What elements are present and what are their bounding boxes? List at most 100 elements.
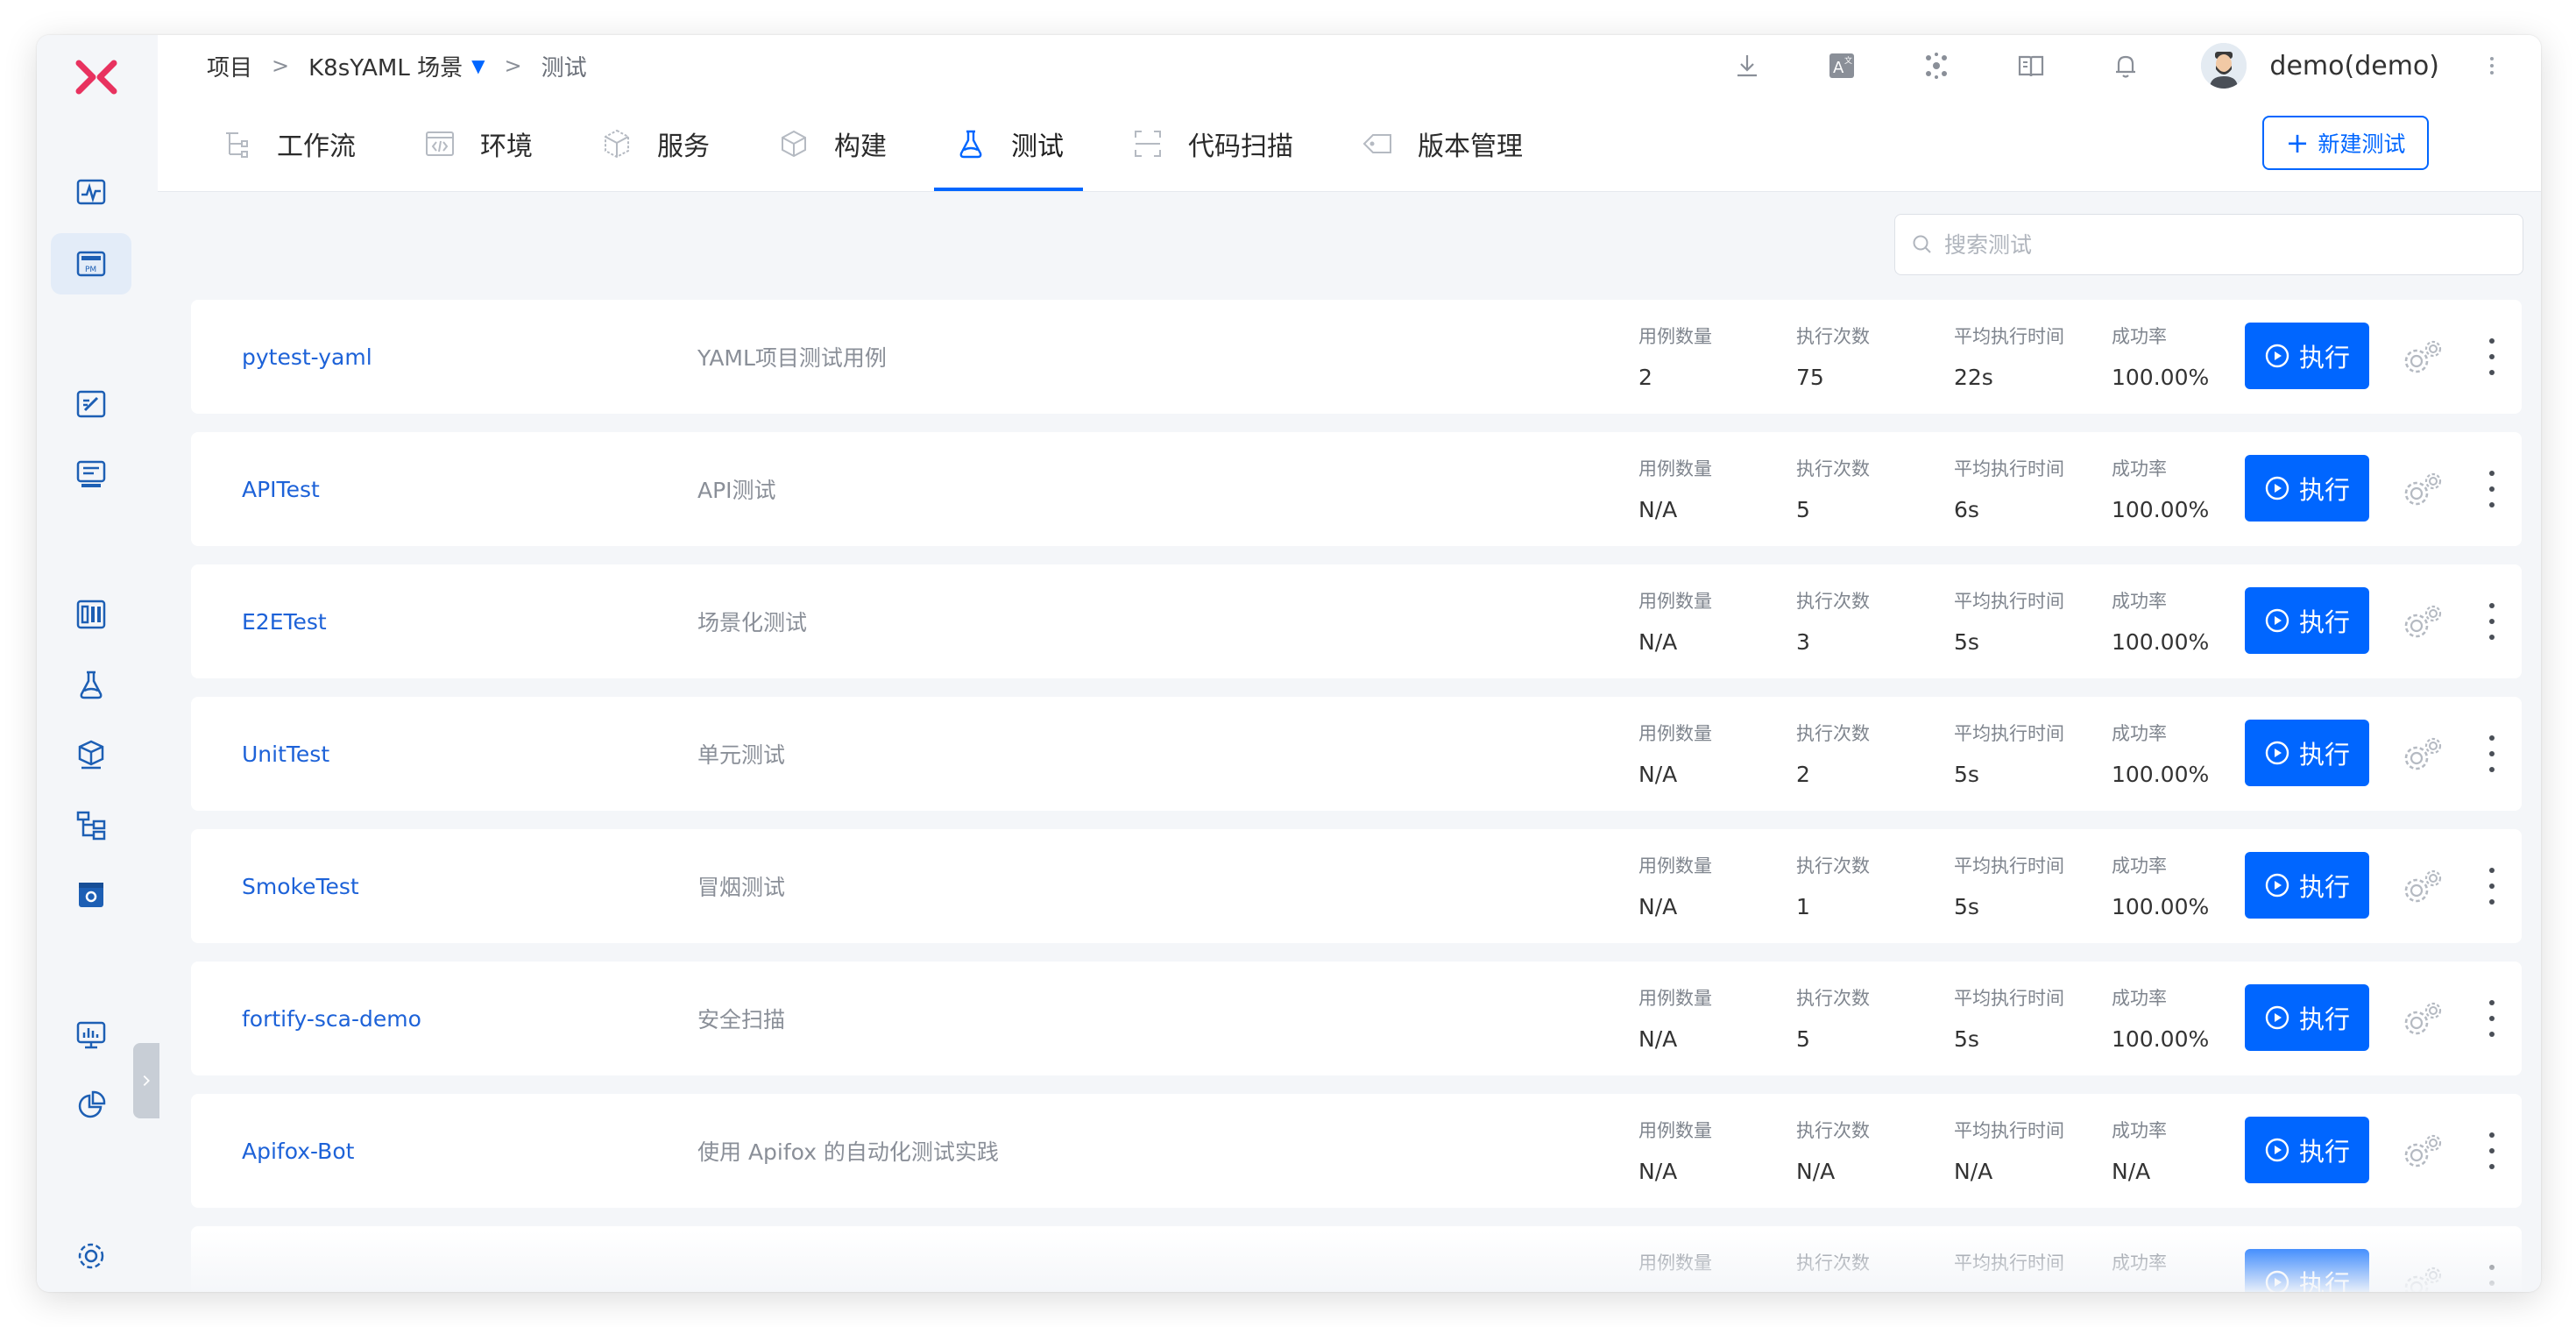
run-button[interactable]: 执行 xyxy=(2245,984,2369,1051)
sidebar-item-resources[interactable] xyxy=(51,794,131,855)
tab-service[interactable]: 服务 xyxy=(599,96,729,191)
tab-label: 代码扫描 xyxy=(1188,131,1293,162)
stat-value: 100.00% xyxy=(2112,762,2210,787)
tree-icon xyxy=(76,811,106,841)
test-name-link[interactable]: pytest-yaml xyxy=(242,300,372,414)
stat-label: 平均执行时间 xyxy=(1954,458,2064,479)
sidebar-item-artifacts[interactable] xyxy=(51,724,131,785)
tab-environment[interactable]: 环境 xyxy=(422,96,552,191)
sidebar-item-settings[interactable] xyxy=(51,1225,131,1287)
settings-button[interactable] xyxy=(2399,600,2446,643)
stat-label: 执行次数 xyxy=(1796,591,1870,612)
search-input[interactable] xyxy=(1943,231,2489,259)
more-options-icon[interactable] xyxy=(2481,55,2502,76)
test-description: 冒烟测试 xyxy=(697,875,786,900)
gears-icon xyxy=(2404,869,2442,903)
test-name-link[interactable]: SmokeTest xyxy=(242,829,359,943)
stat-label: 成功率 xyxy=(2112,988,2167,1009)
download-button[interactable] xyxy=(1728,46,1766,85)
sidebar-item-plugins[interactable] xyxy=(51,864,131,926)
stat-value: 2 xyxy=(1796,762,1810,787)
run-button[interactable]: 执行 xyxy=(2245,1249,2369,1292)
stat-value: 5s xyxy=(1954,762,1979,787)
new-test-button[interactable]: + 新建测试 xyxy=(2262,116,2429,170)
run-button[interactable]: 执行 xyxy=(2245,852,2369,919)
stat-cases: 用例数量 2 xyxy=(1638,323,1712,390)
stat-avg-time: 平均执行时间 22s xyxy=(1954,323,2064,390)
sidebar-collapse-toggle[interactable] xyxy=(133,1043,159,1118)
language-button[interactable]: A文 xyxy=(1822,46,1861,85)
settings-button[interactable] xyxy=(2399,1261,2446,1292)
stat-success-rate: 成功率 100.00% xyxy=(2112,720,2209,787)
stat-label: 成功率 xyxy=(2112,1252,2167,1274)
notifications-button[interactable] xyxy=(2106,46,2145,85)
test-name-link[interactable]: UnitTest xyxy=(242,697,329,811)
row-more-icon[interactable] xyxy=(2483,735,2501,772)
settings-button[interactable] xyxy=(2399,1129,2446,1173)
test-name-link[interactable]: Apifox-Bot xyxy=(242,1094,354,1208)
package-icon xyxy=(78,740,104,770)
search-box xyxy=(1894,214,2523,275)
sidebar-item-system-monitor[interactable] xyxy=(51,1004,131,1066)
run-button[interactable]: 执行 xyxy=(2245,720,2369,786)
run-button[interactable]: 执行 xyxy=(2245,455,2369,522)
tab-version[interactable]: 版本管理 xyxy=(1360,96,1542,191)
tab-code-scan[interactable]: 代码扫描 xyxy=(1130,96,1313,191)
play-circle-icon xyxy=(2265,476,2289,500)
row-more-icon[interactable] xyxy=(2483,338,2501,375)
tab-bar: 工作流 环境 服务 构建 测试 代码扫描 版本管理 + 新建测试 xyxy=(158,96,2541,192)
row-more-icon[interactable] xyxy=(2483,1132,2501,1169)
caret-down-icon[interactable]: ▼ xyxy=(471,55,485,76)
settings-button[interactable] xyxy=(2399,732,2446,776)
test-name-link[interactable]: E2ETest xyxy=(242,564,327,678)
row-more-icon[interactable] xyxy=(2483,1000,2501,1037)
gears-icon xyxy=(2404,1267,2442,1292)
dashboard-icon xyxy=(76,600,106,629)
user-menu[interactable]: demo(demo) xyxy=(2201,43,2439,89)
test-name-link[interactable]: APITest xyxy=(242,432,320,546)
row-more-icon[interactable] xyxy=(2483,1265,2501,1292)
sidebar-item-test[interactable] xyxy=(51,654,131,715)
service-icon xyxy=(605,129,629,159)
settings-button[interactable] xyxy=(2399,467,2446,511)
test-description: YAML项目测试用例 xyxy=(697,345,887,371)
settings-button[interactable] xyxy=(2399,864,2446,908)
sidebar-item-statistics[interactable] xyxy=(51,1075,131,1136)
settings-button[interactable] xyxy=(2399,335,2446,379)
stat-value: 6s xyxy=(1954,497,1979,522)
sidebar-item-projects[interactable]: PM xyxy=(51,233,131,294)
settings-button[interactable] xyxy=(2399,997,2446,1040)
run-button[interactable]: 执行 xyxy=(2245,587,2369,654)
stat-label: 成功率 xyxy=(2112,326,2167,347)
table-row: E2ETest 场景化测试 用例数量 N/A 执行次数 3 平均执行时间 5s … xyxy=(191,564,2522,678)
stat-runs: 执行次数 N/A xyxy=(1796,1117,1870,1184)
network-icon xyxy=(1926,53,1948,79)
run-button[interactable]: 执行 xyxy=(2245,323,2369,389)
row-more-icon[interactable] xyxy=(2483,603,2501,640)
stat-label: 执行次数 xyxy=(1796,458,1870,479)
breadcrumb-project[interactable]: K8sYAML 场景 xyxy=(308,50,463,82)
run-button[interactable]: 执行 xyxy=(2245,1117,2369,1183)
logo[interactable] xyxy=(70,51,123,103)
stat-cases: 用例数量 N/A xyxy=(1638,720,1712,787)
test-name-link[interactable]: fortify-sca-demo xyxy=(242,962,421,1075)
row-more-icon[interactable] xyxy=(2483,471,2501,507)
tab-build[interactable]: 构建 xyxy=(776,96,906,191)
integrations-button[interactable] xyxy=(1917,46,1956,85)
row-more-icon[interactable] xyxy=(2483,868,2501,905)
stat-value: 1 xyxy=(1796,894,1810,919)
breadcrumb-root[interactable]: 项目 xyxy=(207,50,252,82)
sidebar-item-release[interactable] xyxy=(51,444,131,505)
table-row: UnitTest 单元测试 用例数量 N/A 执行次数 2 平均执行时间 5s … xyxy=(191,697,2522,811)
sidebar-item-editor[interactable] xyxy=(51,373,131,435)
tab-label: 环境 xyxy=(480,131,533,162)
stat-label: 成功率 xyxy=(2112,458,2167,479)
stat-runs: 执行次数 5 xyxy=(1796,455,1870,522)
stat-label: 执行次数 xyxy=(1796,855,1870,876)
sidebar-item-dashboard[interactable] xyxy=(51,584,131,645)
tab-workflow[interactable]: 工作流 xyxy=(219,96,375,191)
tab-test[interactable]: 测试 xyxy=(934,96,1083,191)
sidebar-item-monitor[interactable] xyxy=(51,161,131,223)
docs-button[interactable] xyxy=(2012,46,2050,85)
stat-label: 执行次数 xyxy=(1796,326,1870,347)
